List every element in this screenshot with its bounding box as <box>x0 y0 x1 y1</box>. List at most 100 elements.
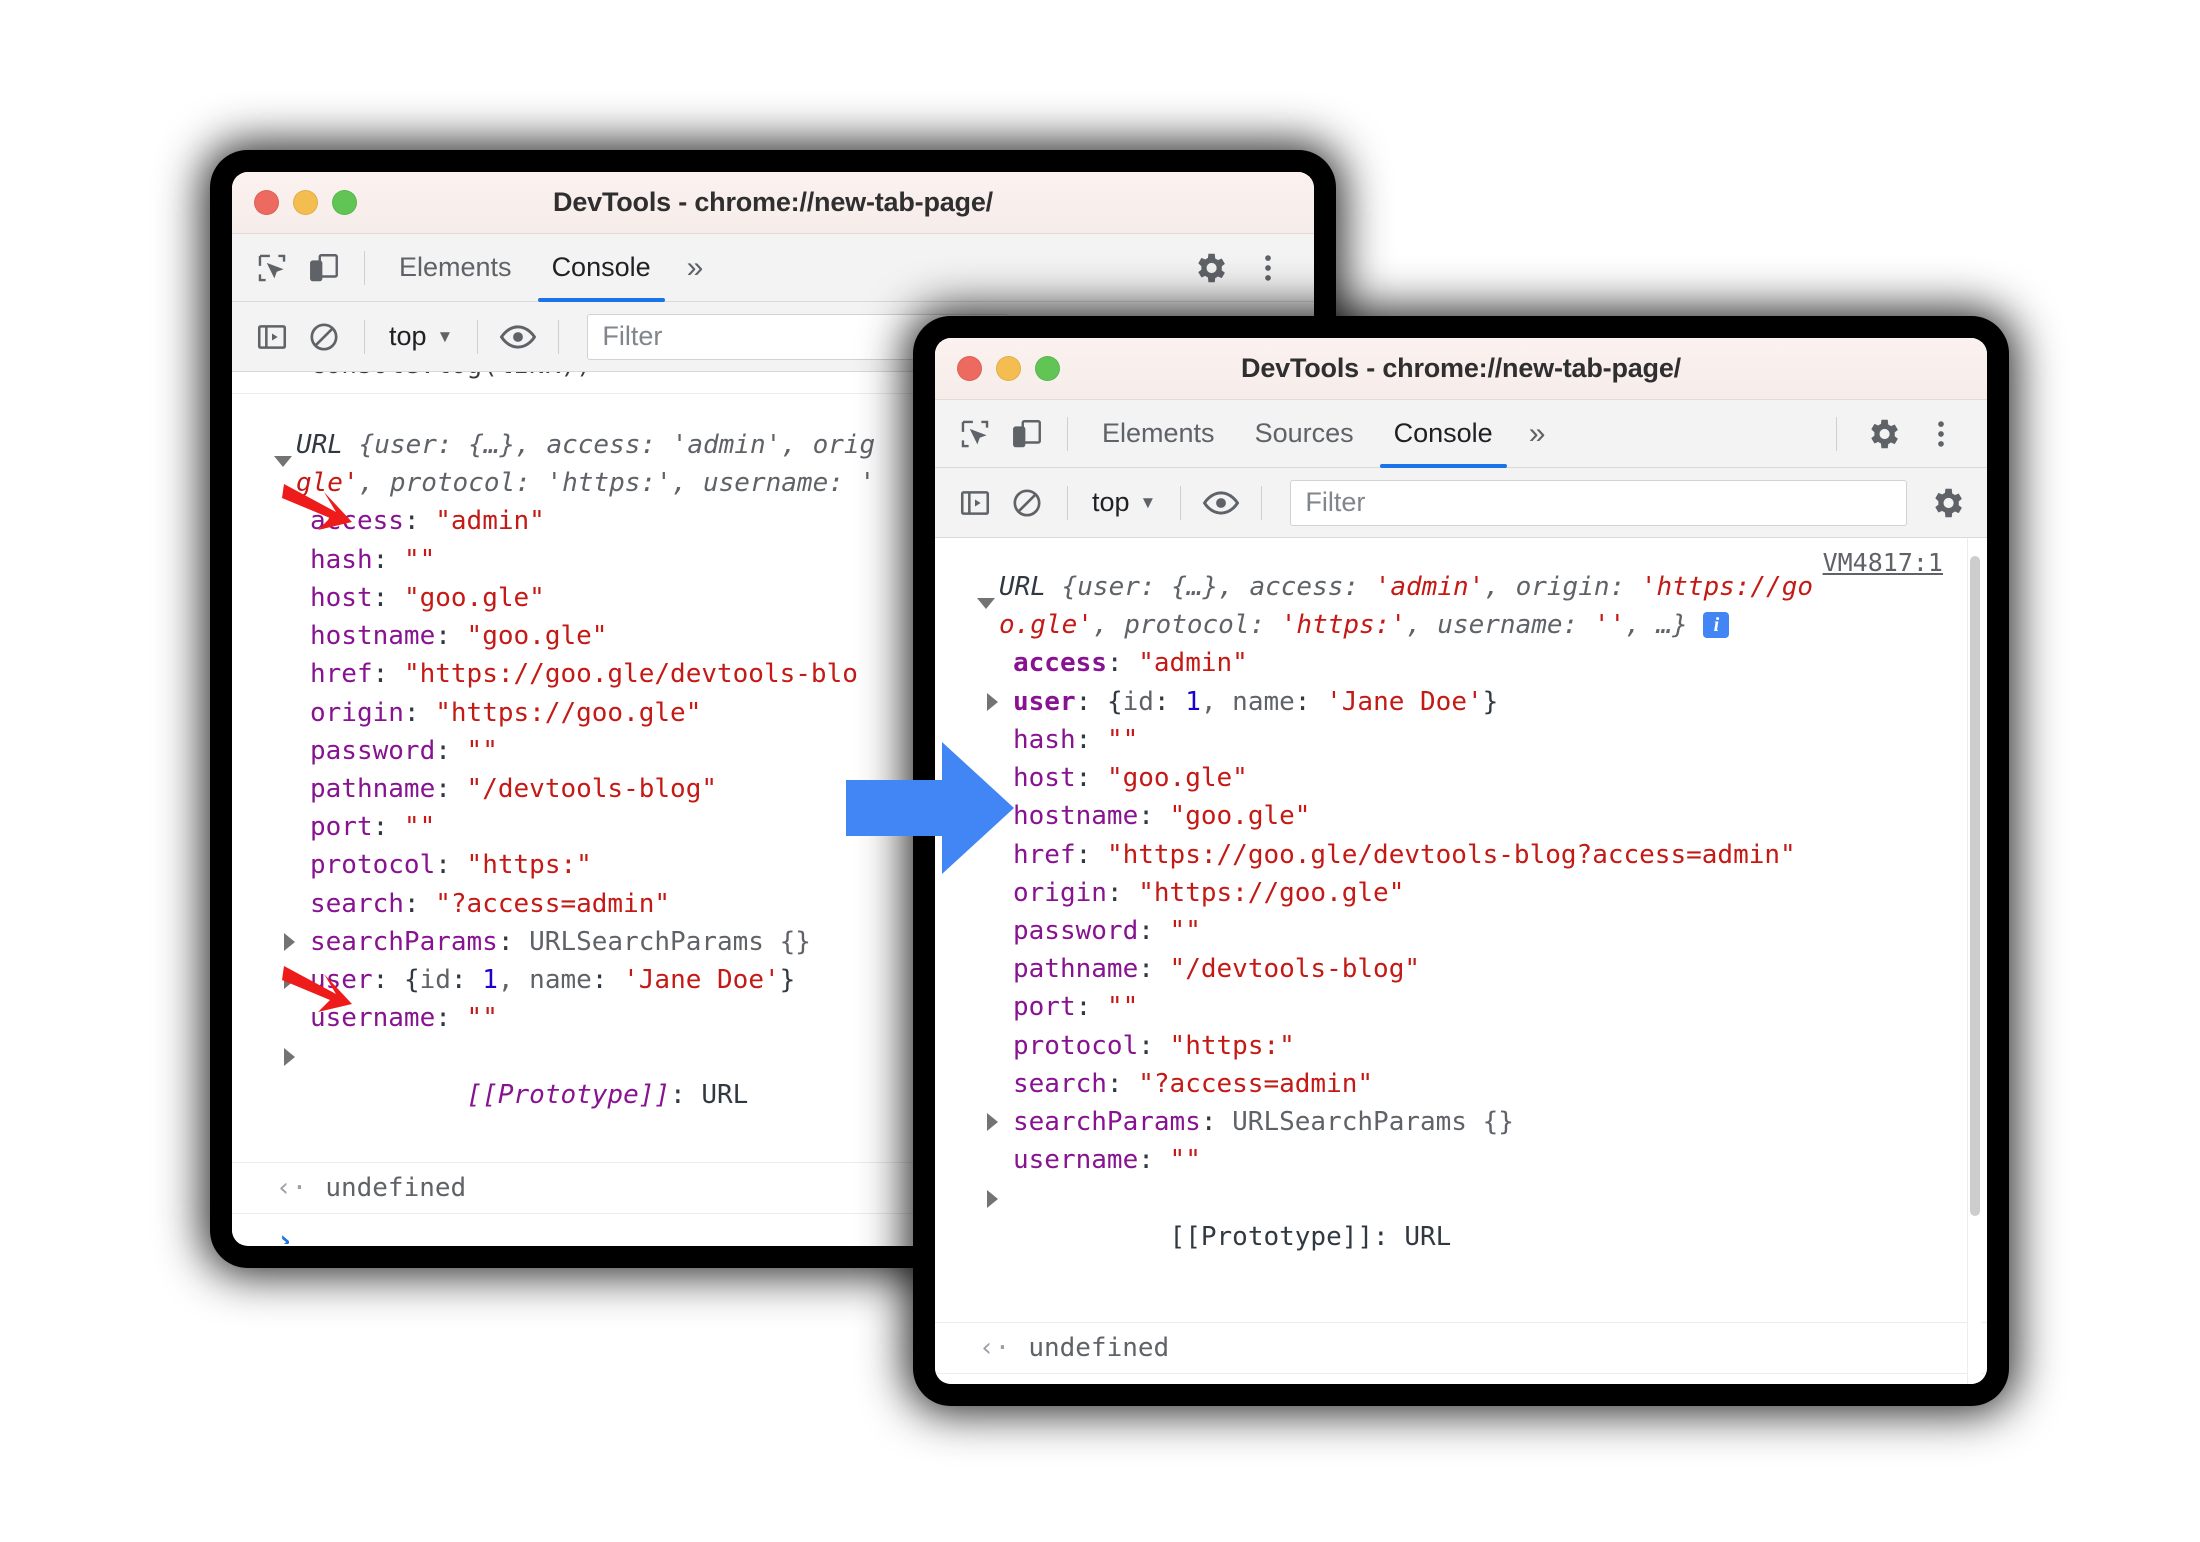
live-expression-icon[interactable] <box>492 311 544 363</box>
more-tabs-icon[interactable]: » <box>1513 417 1562 451</box>
scrollbar-thumb[interactable] <box>1970 556 1980 1216</box>
property-key: port <box>1013 992 1076 1023</box>
property-key: searchParams <box>310 926 498 957</box>
collapse-triangle-icon[interactable] <box>977 598 995 609</box>
info-badge-icon[interactable]: i <box>1703 612 1730 639</box>
inspect-element-icon[interactable] <box>246 242 298 294</box>
property-key: origin <box>310 697 404 728</box>
property-value: {id: 1, name: 'Jane Doe'} <box>1106 686 1499 717</box>
property-value: "" <box>1106 992 1139 1023</box>
collapse-triangle-icon[interactable] <box>274 456 292 467</box>
property-key: user <box>1013 686 1076 717</box>
property-row[interactable]: hash: "" <box>935 721 1987 759</box>
property-value: "" <box>1169 915 1201 946</box>
expand-triangle-icon[interactable] <box>987 1189 998 1208</box>
front-tabstrip-right <box>1822 408 1973 460</box>
front-prototype-row[interactable]: [[Prototype]]: URL <box>935 1180 1987 1295</box>
property-key: host <box>1013 763 1076 794</box>
front-console-toolbar: top ▼ Filter <box>935 468 1987 538</box>
device-toolbar-icon[interactable] <box>1001 408 1053 460</box>
tab-console[interactable]: Console <box>1374 400 1513 468</box>
more-tabs-icon[interactable]: » <box>671 251 720 285</box>
prototype-value: URL <box>1404 1221 1452 1252</box>
execution-context-selector[interactable]: top ▼ <box>379 321 463 352</box>
console-sidebar-icon[interactable] <box>246 311 298 363</box>
property-row[interactable]: search: "?access=admin" <box>935 1065 1987 1103</box>
tab-elements-label: Elements <box>399 252 512 282</box>
clear-console-icon[interactable] <box>298 311 350 363</box>
back-tabstrip: Elements Console » <box>232 234 1314 302</box>
object-preview-username: '' <box>1593 610 1626 641</box>
expand-triangle-icon[interactable] <box>284 932 295 951</box>
property-value: "?access=admin" <box>435 888 671 919</box>
back-traffic-lights[interactable] <box>232 190 357 215</box>
property-row[interactable]: port: "" <box>935 988 1987 1026</box>
property-key: href <box>310 659 373 690</box>
close-window-button[interactable] <box>957 356 982 381</box>
property-value: "" <box>466 1003 498 1034</box>
clear-console-icon[interactable] <box>1001 477 1053 529</box>
property-value: "/devtools-blog" <box>1169 954 1420 985</box>
property-key: hash <box>1013 724 1076 755</box>
property-row[interactable]: href: "https://goo.gle/devtools-blog?acc… <box>935 836 1987 874</box>
property-row[interactable]: host: "goo.gle" <box>935 759 1987 797</box>
expand-triangle-icon[interactable] <box>987 692 998 711</box>
maximize-window-button[interactable] <box>1035 356 1060 381</box>
console-sidebar-icon[interactable] <box>949 477 1001 529</box>
tab-elements[interactable]: Elements <box>1082 400 1235 468</box>
property-key: searchParams <box>1013 1107 1201 1138</box>
maximize-window-button[interactable] <box>332 190 357 215</box>
front-property-list: access: "admin" user: {id: 1, name: 'Jane… <box>935 644 1987 1179</box>
return-arrow-icon: ‹· <box>979 1333 1011 1364</box>
object-preview-protocol: 'https:' <box>1280 610 1406 641</box>
object-preview-origin: 'https://go <box>1640 572 1814 602</box>
front-console-body[interactable]: VM4817:1 URL {user: {…}, access: 'admin'… <box>935 538 1987 1384</box>
chevron-down-icon: ▼ <box>436 326 454 346</box>
console-toolbar-divider-3 <box>558 319 560 354</box>
property-value: URLSearchParams {} <box>529 926 811 957</box>
property-key: host <box>310 582 373 613</box>
property-value: "https://goo.gle" <box>1138 877 1405 908</box>
property-row[interactable]: protocol: "https:" <box>935 1027 1987 1065</box>
annotation-arrow-user <box>282 966 352 1012</box>
property-row[interactable]: password: "" <box>935 912 1987 950</box>
property-key: hostname <box>1013 801 1139 832</box>
expand-triangle-icon[interactable] <box>987 1113 998 1132</box>
devtools-window-front[interactable]: DevTools - chrome://new-tab-page/ Elemen… <box>935 338 1987 1384</box>
property-row[interactable]: hostname: "goo.gle" <box>935 797 1987 835</box>
property-key: password <box>1013 915 1139 946</box>
device-toolbar-icon[interactable] <box>298 242 350 294</box>
console-toolbar-divider-3 <box>1261 485 1263 520</box>
close-window-button[interactable] <box>254 190 279 215</box>
settings-gear-icon[interactable] <box>1184 242 1236 294</box>
settings-gear-icon[interactable] <box>1857 408 1909 460</box>
tab-elements[interactable]: Elements <box>379 234 532 302</box>
expand-triangle-icon[interactable] <box>284 1047 295 1066</box>
tab-sources[interactable]: Sources <box>1235 400 1374 468</box>
more-options-icon[interactable] <box>1242 242 1294 294</box>
eval-result-value: undefined <box>1028 1333 1170 1364</box>
inspect-element-icon[interactable] <box>949 408 1001 460</box>
property-row[interactable]: user: {id: 1, name: 'Jane Doe'} <box>935 683 1987 721</box>
tab-console[interactable]: Console <box>532 234 671 302</box>
prototype-key: [[Prototype]] <box>466 1079 671 1110</box>
more-options-icon[interactable] <box>1915 408 1967 460</box>
live-expression-icon[interactable] <box>1195 477 1247 529</box>
console-settings-icon[interactable] <box>1921 477 1973 529</box>
property-row[interactable]: pathname: "/devtools-blog" <box>935 950 1987 988</box>
property-row[interactable]: searchParams: URLSearchParams {} <box>935 1103 1987 1141</box>
execution-context-selector[interactable]: top ▼ <box>1082 487 1166 518</box>
property-row[interactable]: origin: "https://goo.gle" <box>935 874 1987 912</box>
minimize-window-button[interactable] <box>996 356 1021 381</box>
front-traffic-lights[interactable] <box>935 356 1060 381</box>
minimize-window-button[interactable] <box>293 190 318 215</box>
property-key: origin <box>1013 877 1107 908</box>
property-row[interactable]: access: "admin" <box>935 644 1987 682</box>
console-scrollbar[interactable] <box>1967 538 1981 1384</box>
property-row[interactable]: username: "" <box>935 1141 1987 1179</box>
filter-input[interactable]: Filter <box>1290 479 1907 526</box>
object-preview-part-2: , protocol: 'https:', username: ' <box>358 468 876 499</box>
property-value: "https://goo.gle/devtools-blo <box>403 659 858 690</box>
front-console-prompt[interactable]: › <box>935 1374 1987 1384</box>
front-object-header[interactable]: URL {user: {…}, access: 'admin', origin:… <box>935 568 1987 644</box>
